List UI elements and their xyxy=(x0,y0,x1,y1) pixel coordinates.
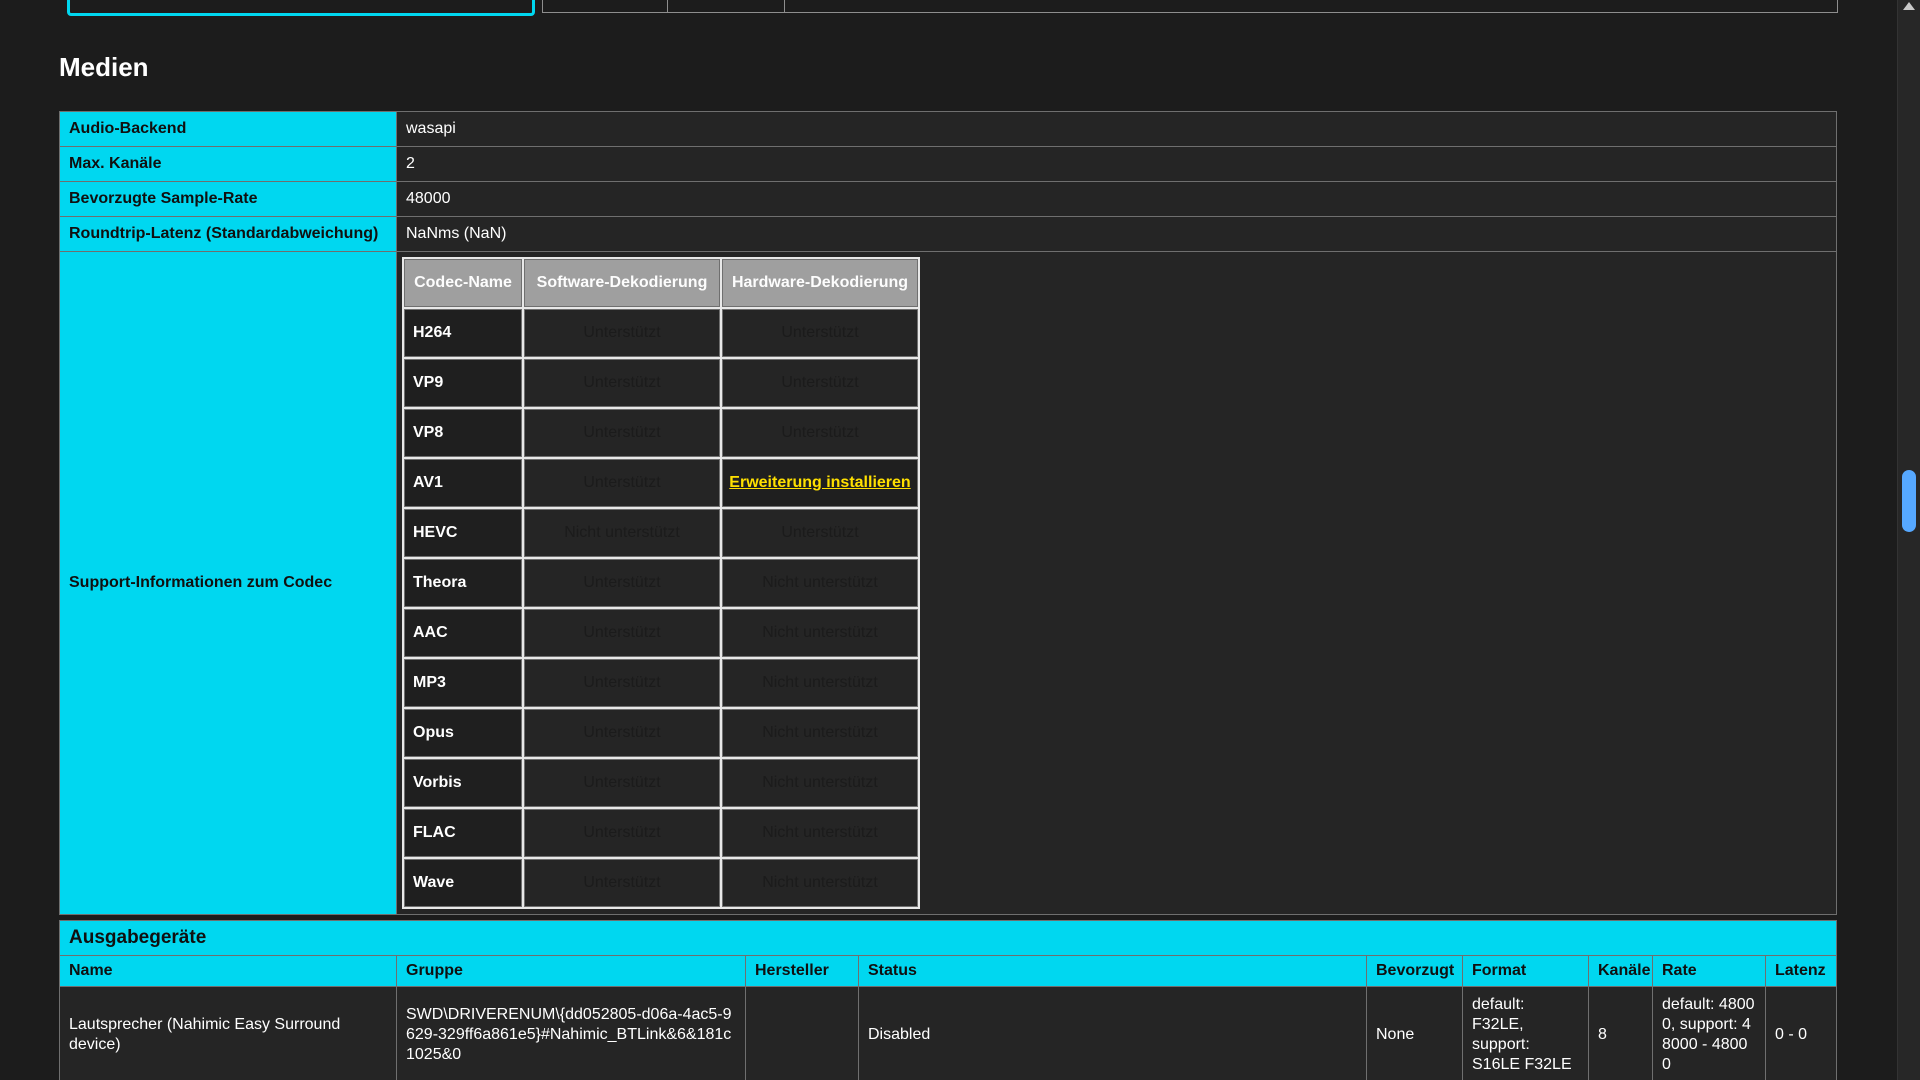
codec-hardware-status: Unterstützt xyxy=(722,309,918,357)
codec-software-status: Unterstützt xyxy=(524,459,720,507)
device-name-cell: Lautsprecher (Nahimic Easy Surround devi… xyxy=(60,987,397,1080)
vertical-scrollbar[interactable] xyxy=(1897,0,1920,1080)
device-row: Lautsprecher (Nahimic Easy Surround devi… xyxy=(60,987,1837,1080)
codec-software-status: Unterstützt xyxy=(524,559,720,607)
scrollbar-thumb[interactable] xyxy=(1902,470,1916,532)
codec-header-name: Codec-Name xyxy=(404,259,522,307)
codec-name: Opus xyxy=(404,709,522,757)
codec-name: Theora xyxy=(404,559,522,607)
media-internals-page: Medien Audio-Backend wasapi Max. Kanäle … xyxy=(0,0,1920,1080)
codec-software-status: Unterstützt xyxy=(524,709,720,757)
device-manufacturer-cell xyxy=(746,987,859,1080)
info-value-roundtrip-latency: NaNms (NaN) xyxy=(397,217,1837,252)
info-row-codec-support: Support-Informationen zum Codec Codec-Na… xyxy=(60,252,1837,915)
info-label-audio-backend: Audio-Backend xyxy=(60,112,397,147)
codec-name: AAC xyxy=(404,609,522,657)
output-devices-table: Ausgabegeräte Name Gruppe Hersteller Sta… xyxy=(59,920,1837,1080)
codec-hardware-status: Nicht unterstützt xyxy=(722,709,918,757)
devices-header-status: Status xyxy=(859,956,1367,987)
codec-software-status: Unterstützt xyxy=(524,859,720,907)
codec-row: Vorbis Unterstützt Nicht unterstützt xyxy=(404,759,918,807)
info-row: Max. Kanäle 2 xyxy=(60,147,1837,182)
codec-software-status: Unterstützt xyxy=(524,359,720,407)
codec-software-status: Nicht unterstützt xyxy=(524,509,720,557)
codec-hardware-status: Erweiterung installieren xyxy=(722,459,918,507)
codec-row: Wave Unterstützt Nicht unterstützt xyxy=(404,859,918,907)
codec-name: VP8 xyxy=(404,409,522,457)
device-channels-cell: 8 xyxy=(1589,987,1653,1080)
codec-name: Wave xyxy=(404,859,522,907)
codec-row: HEVC Nicht unterstützt Unterstützt xyxy=(404,509,918,557)
devices-header-name: Name xyxy=(60,956,397,987)
info-value-max-channels: 2 xyxy=(397,147,1837,182)
devices-section-row: Ausgabegeräte xyxy=(60,921,1837,956)
info-row: Roundtrip-Latenz (Standardabweichung) Na… xyxy=(60,217,1837,252)
codec-hardware-status: Nicht unterstützt xyxy=(722,759,918,807)
info-row: Audio-Backend wasapi xyxy=(60,112,1837,147)
codec-name: MP3 xyxy=(404,659,522,707)
codec-software-status: Unterstützt xyxy=(524,309,720,357)
device-latency-cell: 0 - 0 xyxy=(1766,987,1837,1080)
codec-row: VP8 Unterstützt Unterstützt xyxy=(404,409,918,457)
codec-hardware-status: Unterstützt xyxy=(722,509,918,557)
codec-hardware-status: Nicht unterstützt xyxy=(722,659,918,707)
device-status-cell: Disabled xyxy=(859,987,1367,1080)
info-label-sample-rate: Bevorzugte Sample-Rate xyxy=(60,182,397,217)
codec-software-status: Unterstützt xyxy=(524,609,720,657)
codec-row: FLAC Unterstützt Nicht unterstützt xyxy=(404,809,918,857)
codec-software-status: Unterstützt xyxy=(524,759,720,807)
devices-header-rate: Rate xyxy=(1653,956,1766,987)
info-value-audio-backend: wasapi xyxy=(397,112,1837,147)
info-label-codec-support: Support-Informationen zum Codec xyxy=(60,252,397,915)
codec-row: AAC Unterstützt Nicht unterstützt xyxy=(404,609,918,657)
devices-header-row: Name Gruppe Hersteller Status Bevorzugt … xyxy=(60,956,1837,987)
codec-name: HEVC xyxy=(404,509,522,557)
codec-software-status: Unterstützt xyxy=(524,409,720,457)
codec-name: Vorbis xyxy=(404,759,522,807)
codec-software-status: Unterstützt xyxy=(524,659,720,707)
devices-header-preferred: Bevorzugt xyxy=(1367,956,1463,987)
codec-row: VP9 Unterstützt Unterstützt xyxy=(404,359,918,407)
codec-hardware-status: Nicht unterstützt xyxy=(722,809,918,857)
scrollbar-up-arrow-icon[interactable] xyxy=(1903,2,1915,10)
devices-header-format: Format xyxy=(1463,956,1589,987)
page-title: Medien xyxy=(59,52,1836,83)
codec-name: VP9 xyxy=(404,359,522,407)
devices-section-title: Ausgabegeräte xyxy=(60,921,1837,956)
codec-hardware-status: Nicht unterstützt xyxy=(722,609,918,657)
devices-header-manufacturer: Hersteller xyxy=(746,956,859,987)
codec-row: Opus Unterstützt Nicht unterstützt xyxy=(404,709,918,757)
codec-support-table: Codec-Name Software-Dekodierung Hardware… xyxy=(402,257,920,909)
devices-header-group: Gruppe xyxy=(397,956,746,987)
codec-hardware-status: Nicht unterstützt xyxy=(722,559,918,607)
codec-row: MP3 Unterstützt Nicht unterstützt xyxy=(404,659,918,707)
codec-row: Theora Unterstützt Nicht unterstützt xyxy=(404,559,918,607)
media-info-table: Audio-Backend wasapi Max. Kanäle 2 Bevor… xyxy=(59,111,1837,915)
device-rate-cell: default: 48000, support: 48000 - 48000 xyxy=(1653,987,1766,1080)
devices-header-channels: Kanäle xyxy=(1589,956,1653,987)
info-row: Bevorzugte Sample-Rate 48000 xyxy=(60,182,1837,217)
info-label-max-channels: Max. Kanäle xyxy=(60,147,397,182)
device-format-cell: default: F32LE, support: S16LE F32LE xyxy=(1463,987,1589,1080)
devices-header-latency: Latenz xyxy=(1766,956,1837,987)
device-group-cell: SWD\DRIVERENUM\{dd052805-d06a-4ac5-9629-… xyxy=(397,987,746,1080)
info-value-sample-rate: 48000 xyxy=(397,182,1837,217)
codec-hardware-status: Nicht unterstützt xyxy=(722,859,918,907)
codec-row: H264 Unterstützt Unterstützt xyxy=(404,309,918,357)
codec-name: H264 xyxy=(404,309,522,357)
codec-name: AV1 xyxy=(404,459,522,507)
device-preferred-cell: None xyxy=(1367,987,1463,1080)
info-label-roundtrip-latency: Roundtrip-Latenz (Standardabweichung) xyxy=(60,217,397,252)
codec-header-row: Codec-Name Software-Dekodierung Hardware… xyxy=(404,259,918,307)
page-content: Medien Audio-Backend wasapi Max. Kanäle … xyxy=(59,0,1836,1080)
codec-hardware-status: Unterstützt xyxy=(722,409,918,457)
codec-support-cell: Codec-Name Software-Dekodierung Hardware… xyxy=(397,252,1837,915)
codec-row: AV1 Unterstützt Erweiterung installieren xyxy=(404,459,918,507)
install-extension-link[interactable]: Erweiterung installieren xyxy=(729,474,910,491)
codec-hardware-status: Unterstützt xyxy=(722,359,918,407)
codec-header-hardware: Hardware-Dekodierung xyxy=(722,259,918,307)
codec-name: FLAC xyxy=(404,809,522,857)
codec-header-software: Software-Dekodierung xyxy=(524,259,720,307)
codec-software-status: Unterstützt xyxy=(524,809,720,857)
